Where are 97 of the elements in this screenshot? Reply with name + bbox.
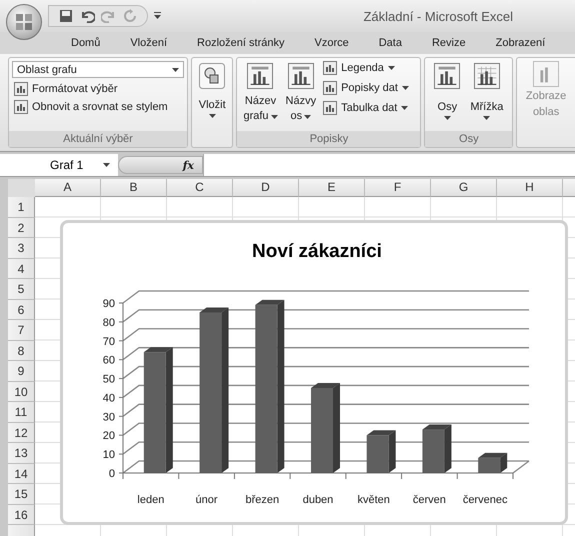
ribbon-button[interactable]: Název grafu bbox=[240, 61, 281, 128]
caret-icon bbox=[444, 116, 451, 120]
ribbon-button[interactable]: Legenda bbox=[321, 61, 411, 75]
bar[interactable] bbox=[422, 430, 444, 473]
chart-option-icon bbox=[323, 101, 338, 115]
row-header[interactable]: 3 bbox=[8, 238, 35, 258]
group-label: Popisky bbox=[237, 131, 420, 147]
redo-icon[interactable] bbox=[101, 9, 117, 23]
row-header[interactable]: 12 bbox=[8, 422, 35, 443]
x-tick-label: květen bbox=[358, 494, 390, 506]
repeat-icon[interactable] bbox=[123, 9, 137, 23]
y-tick-label: 10 bbox=[102, 449, 115, 462]
office-button[interactable] bbox=[6, 4, 42, 40]
ribbon-tab[interactable]: Data bbox=[364, 37, 417, 49]
ribbon-tab[interactable]: Rozložení stránky bbox=[182, 37, 300, 49]
ribbon-tab[interactable]: Zobrazení bbox=[480, 37, 560, 49]
column-header[interactable]: G bbox=[431, 179, 497, 197]
y-tick-label: 40 bbox=[102, 392, 115, 404]
x-tick-label: duben bbox=[302, 494, 334, 506]
row-header[interactable]: 15 bbox=[8, 484, 35, 504]
bar[interactable] bbox=[366, 435, 389, 473]
caret-icon bbox=[172, 68, 179, 72]
formula-field[interactable] bbox=[203, 154, 575, 176]
column-header[interactable]: H bbox=[497, 179, 563, 197]
column-header[interactable]: C bbox=[167, 179, 233, 197]
caret-icon bbox=[402, 86, 409, 90]
bar[interactable] bbox=[144, 352, 166, 473]
insert-button[interactable]: Vložit bbox=[196, 61, 229, 128]
save-icon[interactable] bbox=[59, 9, 73, 23]
customize-caret-icon[interactable] bbox=[154, 12, 161, 20]
y-tick-label: 50 bbox=[102, 374, 115, 386]
x-tick-label: leden bbox=[137, 494, 164, 506]
function-button[interactable]: fx bbox=[182, 158, 194, 172]
ribbon-tab[interactable]: Domů bbox=[56, 37, 116, 49]
shapes-icon bbox=[199, 63, 226, 89]
row-header[interactable]: 13 bbox=[8, 443, 35, 464]
chart-option-icon bbox=[323, 81, 338, 95]
column-header[interactable]: B bbox=[101, 179, 167, 197]
row-header[interactable]: 8 bbox=[8, 340, 35, 361]
y-tick-label: 70 bbox=[102, 336, 115, 348]
y-tick-label: 80 bbox=[102, 316, 115, 329]
column-header[interactable]: F bbox=[365, 179, 431, 197]
name-box[interactable]: Graf 1 bbox=[0, 154, 118, 176]
row-header[interactable]: 7 bbox=[8, 320, 35, 340]
row-header[interactable]: 16 bbox=[8, 504, 35, 525]
row-header[interactable]: 9 bbox=[8, 361, 35, 382]
ribbon-button[interactable]: Obnovit a srovnat se stylem bbox=[12, 100, 184, 114]
group-label: Osy bbox=[425, 131, 512, 147]
column-header[interactable]: E bbox=[299, 179, 365, 197]
row-header[interactable]: 11 bbox=[8, 402, 35, 422]
row-header[interactable]: 10 bbox=[8, 382, 35, 402]
caret-icon bbox=[401, 106, 408, 110]
window-title: Základní - Microsoft Excel bbox=[362, 8, 514, 24]
caret-icon bbox=[388, 66, 395, 70]
x-tick-label: červen bbox=[412, 494, 446, 506]
y-tick-label: 20 bbox=[102, 430, 115, 442]
group-label: Aktuální výběr bbox=[9, 131, 187, 147]
ribbon-button-label: oblas bbox=[532, 106, 560, 119]
ribbon-button[interactable]: Popisky dat bbox=[321, 81, 411, 95]
chart-option-icon bbox=[323, 61, 338, 75]
y-tick-label: 30 bbox=[102, 411, 115, 424]
caret-icon bbox=[304, 114, 312, 118]
office-logo-icon bbox=[15, 13, 33, 31]
row-header[interactable]: 5 bbox=[8, 279, 35, 300]
ribbon-tab[interactable]: Vzorce bbox=[299, 37, 364, 49]
ribbon-button-label: Zobraze bbox=[526, 90, 566, 103]
ribbon-button[interactable]: Formátovat výběr bbox=[12, 82, 184, 96]
caret-icon bbox=[483, 116, 490, 120]
row-header[interactable]: 6 bbox=[8, 300, 35, 320]
caret-icon bbox=[208, 114, 216, 118]
y-tick-label: 0 bbox=[108, 468, 115, 480]
column-header[interactable]: D bbox=[233, 179, 299, 197]
x-tick-label: březen bbox=[245, 494, 280, 506]
gridlines-icon bbox=[474, 63, 500, 89]
x-tick-label: únor bbox=[196, 494, 218, 506]
ribbon-button[interactable]: Tabulka dat bbox=[321, 101, 411, 115]
chart-title: Noví zákazníci bbox=[252, 241, 382, 262]
chart-area[interactable]: Noví zákazníci 0 10 20 30 40 50 60 70 80 90 leden únor březen duben květen červen červenec bbox=[60, 220, 568, 525]
ribbon-tab[interactable]: Revize bbox=[416, 37, 481, 49]
ribbon-button[interactable]: Mřížka bbox=[467, 61, 506, 128]
row-header[interactable]: 14 bbox=[8, 464, 35, 484]
undo-icon[interactable] bbox=[79, 9, 95, 23]
row-header[interactable]: 4 bbox=[8, 258, 35, 279]
ribbon-tab[interactable]: Vložení bbox=[115, 37, 182, 49]
chart-element-dropdown[interactable]: Oblast grafu bbox=[12, 61, 184, 78]
caret-icon bbox=[270, 114, 278, 118]
ribbon-button[interactable]: Osy bbox=[431, 61, 464, 128]
caret-icon bbox=[103, 163, 110, 167]
y-tick-label: 90 bbox=[102, 298, 115, 310]
row-header[interactable]: 2 bbox=[8, 218, 35, 238]
x-tick-label: červenec bbox=[462, 494, 508, 506]
ribbon-button[interactable]: Názvy os bbox=[282, 61, 320, 128]
row-header[interactable]: 1 bbox=[8, 197, 35, 218]
column-header[interactable]: A bbox=[35, 179, 101, 197]
y-tick-label: 60 bbox=[102, 354, 115, 367]
chart-title-icon bbox=[247, 63, 274, 89]
bar[interactable] bbox=[255, 304, 278, 473]
